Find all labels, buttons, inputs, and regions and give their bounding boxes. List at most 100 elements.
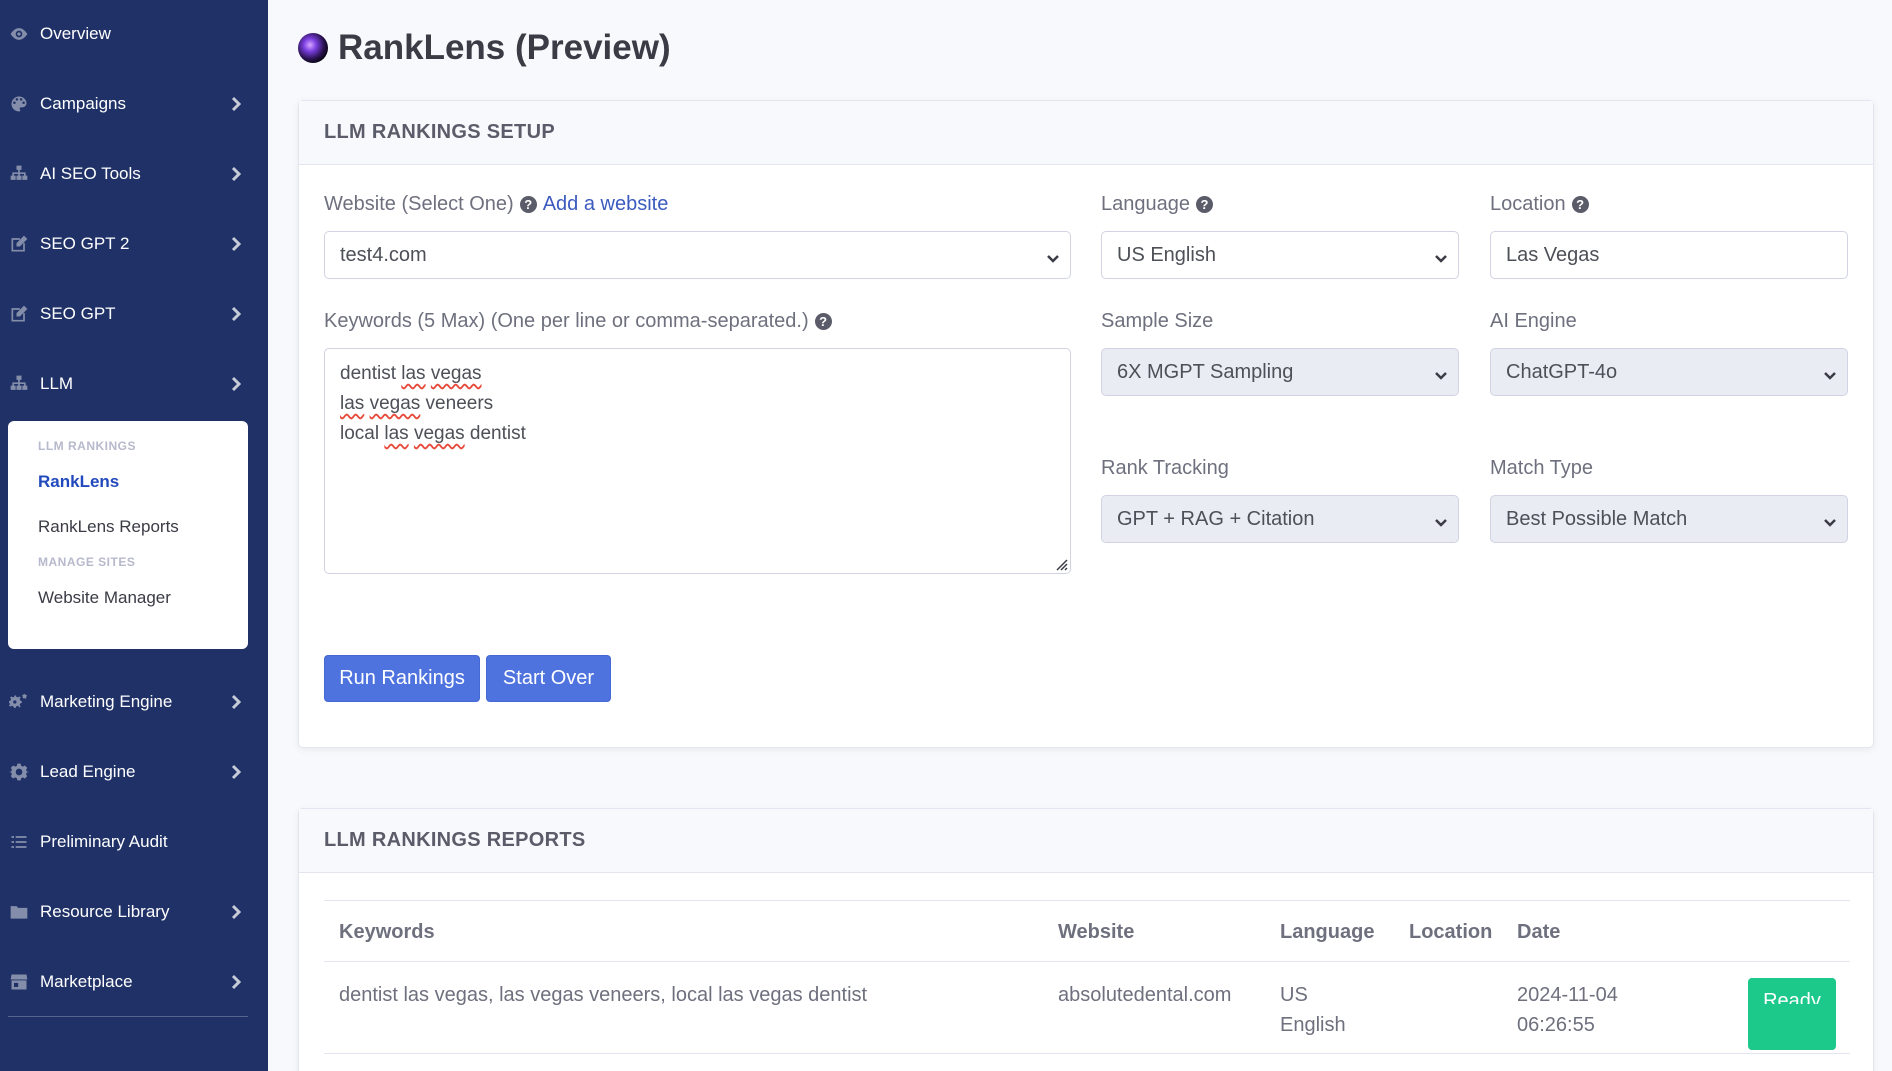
- chevron-down-icon: [1434, 365, 1448, 380]
- page-title: RankLens (Preview): [338, 28, 671, 67]
- keyword-line: local las vegas dentist: [340, 423, 526, 444]
- chevron-right-icon: [228, 376, 244, 392]
- row-website: absolutedental.com: [1058, 984, 1232, 1006]
- eye-icon: [8, 23, 30, 45]
- chevron-right-icon: [228, 694, 244, 710]
- keywords-label: Keywords (5 Max) (One per line or comma-…: [324, 310, 832, 333]
- run-rankings-button[interactable]: Run Rankings: [324, 655, 480, 702]
- sidebar-item-resource-library[interactable]: Resource Library: [0, 882, 268, 942]
- location-input[interactable]: [1490, 231, 1848, 279]
- sidebar-item-lead-engine[interactable]: Lead Engine: [0, 742, 268, 802]
- language-select[interactable]: US English: [1101, 231, 1459, 279]
- chevron-right-icon: [228, 166, 244, 182]
- sidebar-item-ai-seo-tools[interactable]: AI SEO Tools: [0, 144, 268, 204]
- submenu-header-manage-sites: MANAGE SITES: [38, 555, 136, 569]
- keyword-line: las vegas veneers: [340, 393, 494, 414]
- store-icon: [8, 971, 30, 993]
- rank-tracking-label: Rank Tracking: [1101, 457, 1229, 479]
- chevron-down-icon: [1823, 512, 1837, 527]
- row-keywords: dentist las vegas, las vegas veneers, lo…: [339, 984, 868, 1006]
- sidebar-item-marketing-engine[interactable]: Marketing Engine: [0, 672, 268, 732]
- row-language: US English: [1280, 984, 1346, 1036]
- setup-card-header: LLM RANKINGS SETUP: [299, 101, 1873, 165]
- sidebar-item-label: SEO GPT: [40, 304, 116, 323]
- submenu-link-ranklens[interactable]: RankLens: [8, 459, 248, 504]
- match-type-select[interactable]: Best Possible Match: [1490, 495, 1848, 543]
- sidebar-item-label: AI SEO Tools: [40, 164, 141, 183]
- gear-icon: [8, 761, 30, 783]
- help-icon[interactable]: ?: [1195, 196, 1213, 213]
- setup-card: LLM RANKINGS SETUP Website (Select One) …: [298, 100, 1874, 748]
- submenu-link-website-manager[interactable]: Website Manager: [8, 575, 248, 620]
- column-header-date[interactable]: Date: [1517, 921, 1560, 944]
- sitemap-icon: [8, 373, 30, 395]
- sidebar-item-label: LLM: [40, 374, 74, 393]
- sidebar-item-label: Preliminary Audit: [40, 832, 168, 851]
- table-row: dentist las vegas, las vegas veneers, lo…: [324, 962, 1850, 1054]
- cogs-icon: [8, 691, 30, 713]
- column-header-website[interactable]: Website: [1058, 921, 1134, 944]
- column-header-location[interactable]: Location: [1409, 921, 1492, 944]
- keywords-textarea[interactable]: dentist las vegas las vegas veneers loca…: [324, 348, 1071, 574]
- sidebar-item-seo-gpt-2[interactable]: SEO GPT 2: [0, 214, 268, 274]
- keyword-line: dentist las vegas: [340, 363, 482, 384]
- help-icon[interactable]: ?: [1571, 196, 1589, 213]
- sample-size-select[interactable]: 6X MGPT Sampling: [1101, 348, 1459, 396]
- ranklens-logo-icon: [298, 33, 328, 63]
- start-over-button[interactable]: Start Over: [486, 655, 611, 702]
- rank-tracking-select[interactable]: GPT + RAG + Citation: [1101, 495, 1459, 543]
- column-header-language[interactable]: Language: [1280, 921, 1374, 944]
- reports-card-header: LLM RANKINGS REPORTS: [299, 809, 1873, 873]
- sidebar-item-llm[interactable]: LLM: [0, 354, 268, 414]
- location-input-field[interactable]: [1506, 243, 1847, 267]
- sidebar-item-label: Lead Engine: [40, 762, 136, 781]
- help-icon[interactable]: ?: [519, 196, 537, 213]
- location-label: Location ?: [1490, 193, 1589, 216]
- chevron-right-icon: [228, 306, 244, 322]
- submenu-header-llm-rankings: LLM RANKINGS: [38, 439, 136, 453]
- sidebar-item-label: Campaigns: [40, 94, 126, 113]
- edit-icon: [8, 303, 30, 325]
- sidebar: Overview Campaigns AI SEO Tools SEO GPT …: [0, 0, 268, 1071]
- chevron-right-icon: [228, 904, 244, 920]
- sidebar-item-marketplace[interactable]: Marketplace: [0, 952, 268, 1012]
- page-header: RankLens (Preview): [298, 28, 671, 68]
- table-header-row: Keywords Website Language Location Date: [324, 900, 1850, 962]
- sidebar-item-campaigns[interactable]: Campaigns: [0, 74, 268, 134]
- add-website-link[interactable]: Add a website: [543, 193, 669, 216]
- reports-table: Keywords Website Language Location Date …: [324, 900, 1850, 1054]
- llm-submenu: LLM RANKINGS RankLens RankLens Reports M…: [8, 421, 248, 649]
- list-icon: [8, 831, 30, 853]
- sidebar-item-label: Marketing Engine: [40, 692, 173, 711]
- ai-engine-label: AI Engine: [1490, 310, 1577, 332]
- sitemap-icon: [8, 163, 30, 185]
- submenu-link-ranklens-reports[interactable]: RankLens Reports: [8, 504, 248, 549]
- help-icon[interactable]: ?: [814, 313, 832, 330]
- chevron-down-icon: [1046, 248, 1060, 263]
- resize-handle-icon[interactable]: [1052, 555, 1068, 571]
- website-select[interactable]: test4.com: [324, 231, 1071, 279]
- chevron-right-icon: [228, 974, 244, 990]
- match-type-label: Match Type: [1490, 457, 1594, 479]
- sidebar-item-label: SEO GPT 2: [40, 234, 130, 253]
- chevron-right-icon: [228, 764, 244, 780]
- website-label: Website (Select One) ? Add a website: [324, 193, 669, 216]
- edit-icon: [8, 233, 30, 255]
- sidebar-divider: [8, 1016, 248, 1017]
- chevron-right-icon: [228, 236, 244, 252]
- row-date: 2024-11-04 06:26:55: [1517, 984, 1618, 1036]
- chevron-down-icon: [1434, 512, 1448, 527]
- language-label: Language ?: [1101, 193, 1213, 216]
- sidebar-item-label: Marketplace: [40, 972, 133, 991]
- column-header-keywords[interactable]: Keywords: [339, 921, 435, 944]
- sidebar-item-overview[interactable]: Overview: [0, 4, 268, 64]
- chevron-right-icon: [228, 96, 244, 112]
- chevron-down-icon: [1434, 248, 1448, 263]
- ai-engine-select[interactable]: ChatGPT-4o: [1490, 348, 1848, 396]
- status-ready-button-partial[interactable]: [1748, 1004, 1836, 1050]
- palette-icon: [8, 93, 30, 115]
- chevron-down-icon: [1823, 365, 1837, 380]
- sidebar-item-preliminary-audit[interactable]: Preliminary Audit: [0, 812, 268, 872]
- sidebar-item-label: Resource Library: [40, 902, 170, 921]
- sidebar-item-seo-gpt[interactable]: SEO GPT: [0, 284, 268, 344]
